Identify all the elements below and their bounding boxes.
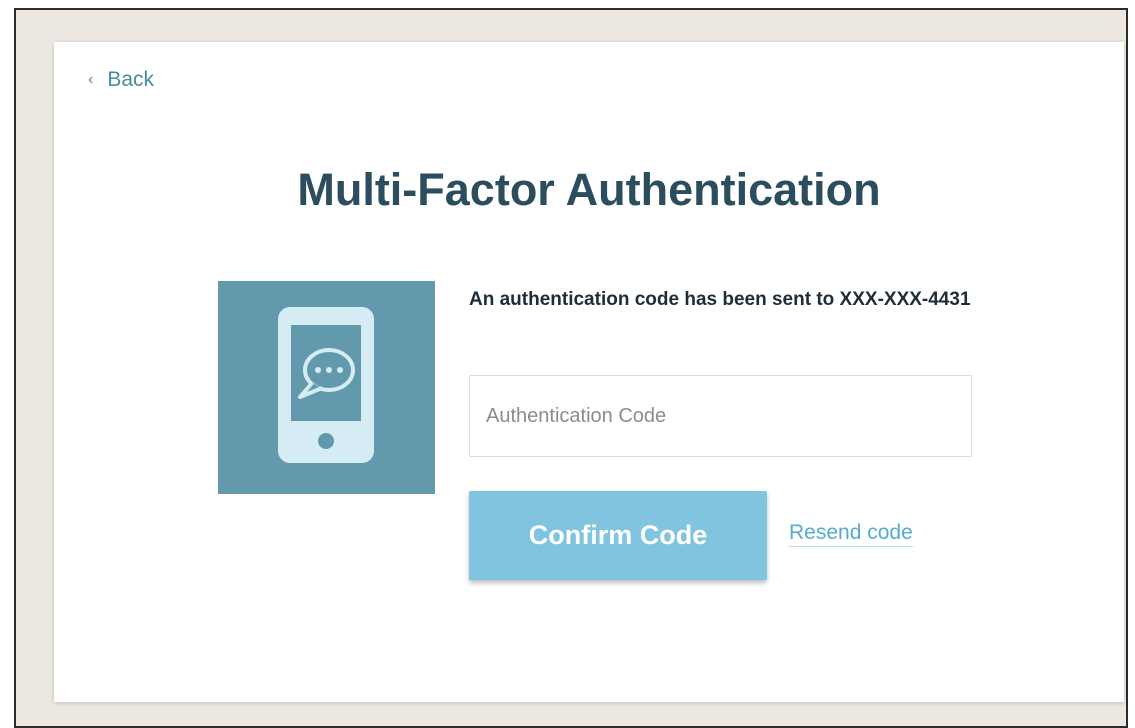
- code-sent-message: An authentication code has been sent to …: [469, 289, 971, 310]
- window-frame: ‹ Back Multi-Factor Authentication An au…: [14, 8, 1128, 728]
- auth-card: ‹ Back Multi-Factor Authentication An au…: [54, 42, 1124, 702]
- back-link-label: Back: [107, 68, 155, 91]
- confirm-code-button[interactable]: Confirm Code: [469, 491, 767, 580]
- authentication-code-input[interactable]: [469, 375, 972, 457]
- phone-message-icon: [218, 281, 435, 494]
- resend-code-link[interactable]: Resend code: [789, 520, 913, 547]
- phone-message-illustration: [278, 307, 374, 463]
- page-title: Multi-Factor Authentication: [297, 164, 881, 215]
- chevron-left-icon: ‹: [88, 71, 94, 88]
- back-link[interactable]: ‹ Back: [88, 68, 154, 92]
